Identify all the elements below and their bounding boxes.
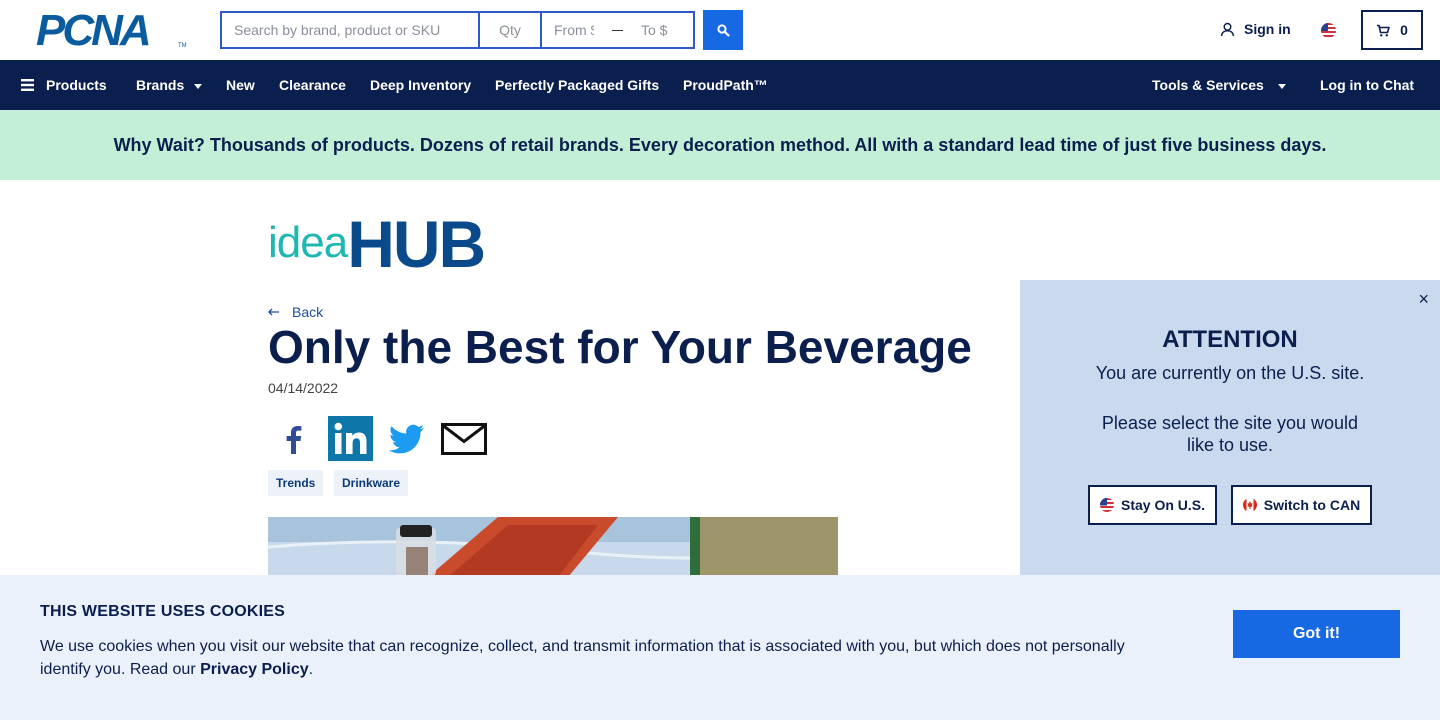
nav-new[interactable]: New: [226, 60, 255, 110]
stay-us-button[interactable]: Stay On U.S.: [1088, 485, 1217, 525]
email-icon: [441, 422, 487, 455]
linkedin-icon: [328, 416, 373, 461]
price-range: [540, 11, 695, 49]
ideahub-logo[interactable]: idea HUB: [268, 207, 486, 281]
tag-drinkware[interactable]: Drinkware: [334, 470, 409, 496]
main-navigation: Products Brands New Clearance Deep Inven…: [0, 60, 1440, 110]
nav-chat-label: Log in to Chat: [1320, 77, 1415, 93]
us-flag-icon[interactable]: [1321, 23, 1336, 38]
article-date: 04/14/2022: [268, 380, 339, 396]
nav-new-label: New: [226, 77, 255, 93]
cart-icon: [1377, 24, 1390, 36]
article-title: Only the Best for Your Beverage: [268, 321, 972, 373]
nav-gifts-label: Perfectly Packaged Gifts: [495, 77, 660, 93]
tag-trends[interactable]: Trends: [268, 470, 324, 496]
privacy-policy-link[interactable]: Privacy Policy: [200, 661, 309, 678]
logo-trademark: TM: [178, 43, 187, 49]
nav-proudpath-label: ProudPath™: [683, 77, 768, 93]
cart-count: 0: [1400, 22, 1408, 38]
price-from-input[interactable]: [542, 13, 606, 47]
pcna-logo[interactable]: PCNA TM: [36, 9, 187, 53]
nav-brands-label: Brands: [136, 77, 185, 93]
price-to-input[interactable]: [629, 13, 693, 47]
canada-flag-icon: [1242, 498, 1257, 512]
ideahub-logo-idea: idea: [268, 218, 348, 267]
caret-down-icon: [194, 83, 203, 89]
region-select-popup: × ATTENTION You are currently on the U.S…: [1020, 280, 1440, 580]
nav-chat-login[interactable]: Log in to Chat: [1320, 60, 1414, 110]
share-email[interactable]: [441, 416, 487, 461]
logo-wordmark: PCNA: [36, 6, 152, 55]
cart-button[interactable]: 0: [1361, 10, 1423, 50]
region-popup-title: ATTENTION: [1162, 326, 1298, 353]
price-range-dash: [612, 29, 623, 31]
hero-image-illustration: [268, 517, 838, 577]
cookie-consent-bar: THIS WEBSITE USES COOKIES We use cookies…: [0, 575, 1440, 720]
user-icon: [1220, 22, 1235, 36]
share-linkedin[interactable]: [328, 416, 373, 461]
search-input[interactable]: [220, 11, 478, 49]
cookie-text: We use cookies when you visit our websit…: [40, 635, 1150, 681]
promo-banner: Why Wait? Thousands of products. Dozens …: [0, 110, 1440, 180]
nav-tools-label: Tools & Services: [1152, 77, 1264, 93]
back-link[interactable]: Back: [268, 304, 323, 320]
nav-tools-services[interactable]: Tools & Services: [1152, 60, 1286, 110]
sign-in-link[interactable]: Sign in: [1220, 21, 1291, 37]
us-flag-icon: [1099, 498, 1114, 512]
share-twitter[interactable]: [388, 416, 426, 461]
switch-canada-button[interactable]: Switch to CAN: [1231, 485, 1372, 525]
nav-deep-inventory[interactable]: Deep Inventory: [370, 60, 471, 110]
article-hero-image: [268, 517, 838, 577]
close-icon[interactable]: ×: [1418, 289, 1429, 310]
nav-deep-inventory-label: Deep Inventory: [370, 77, 472, 93]
stay-us-label: Stay On U.S.: [1120, 497, 1206, 513]
nav-gifts[interactable]: Perfectly Packaged Gifts: [495, 60, 659, 110]
nav-clearance-label: Clearance: [279, 77, 346, 93]
region-popup-message: You are currently on the U.S. site.: [1095, 363, 1365, 383]
back-link-label: Back: [292, 304, 324, 320]
share-facebook[interactable]: [272, 416, 314, 461]
promo-banner-text: Why Wait? Thousands of products. Dozens …: [113, 134, 1327, 155]
nav-products-label: Products: [46, 77, 107, 93]
caret-down-icon: [1277, 83, 1286, 89]
ideahub-logo-hub: HUB: [347, 207, 486, 281]
quantity-input[interactable]: [478, 11, 540, 49]
nav-proudpath[interactable]: ProudPath™: [683, 60, 768, 110]
cookie-text-end: .: [308, 661, 314, 678]
twitter-icon: [389, 424, 424, 453]
nav-products[interactable]: Products: [21, 60, 107, 110]
region-popup-prompt: Please select the site you would like to…: [1101, 413, 1359, 455]
cookie-title: THIS WEBSITE USES COOKIES: [40, 603, 286, 620]
search-button[interactable]: [703, 10, 743, 50]
nav-clearance[interactable]: Clearance: [279, 60, 346, 110]
menu-icon: [21, 79, 34, 91]
search-bar: [220, 11, 695, 49]
facebook-icon: [286, 425, 302, 454]
top-header: PCNA TM Sign in: [0, 0, 1440, 60]
accept-cookies-button[interactable]: Got it!: [1233, 610, 1400, 658]
search-icon: [716, 23, 730, 37]
nav-brands[interactable]: Brands: [136, 60, 203, 110]
switch-canada-label: Switch to CAN: [1263, 497, 1361, 513]
sign-in-label: Sign in: [1244, 21, 1291, 37]
back-arrow-icon: [268, 308, 279, 316]
